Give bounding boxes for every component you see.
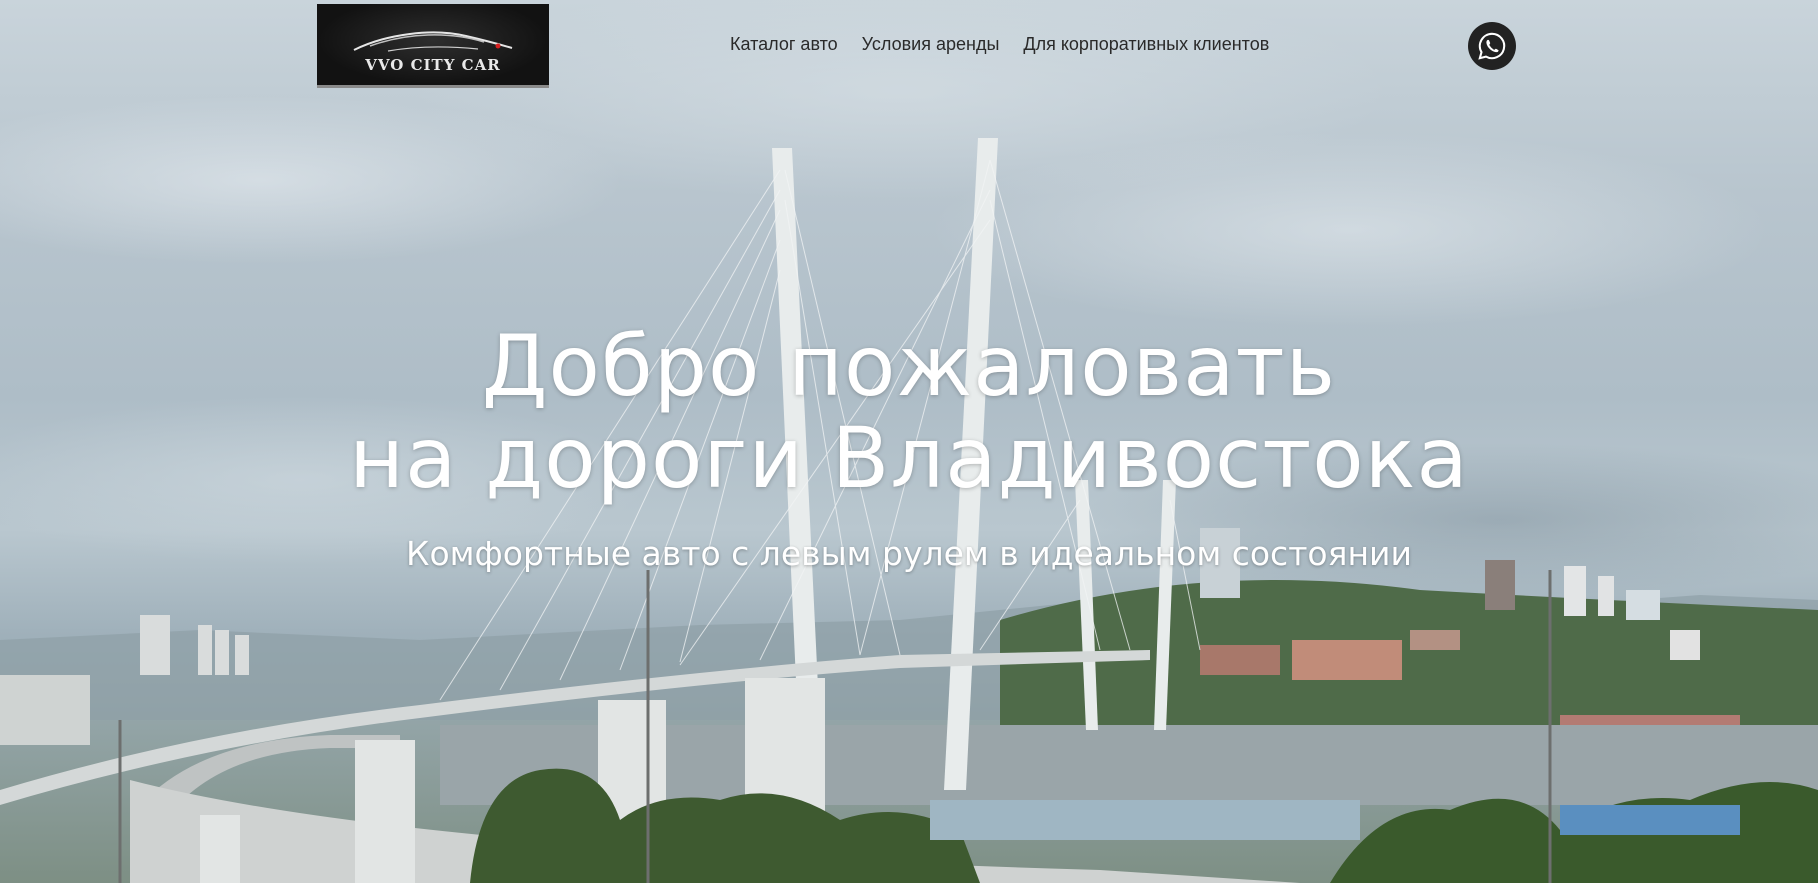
nav-item-corporate[interactable]: Для корпоративных клиентов [1023,34,1269,55]
hero-section: Добро пожаловать на дороги Владивостока … [0,320,1818,573]
whatsapp-icon [1478,32,1506,60]
hero-title-line-1: Добро пожаловать [481,317,1337,415]
hero-title: Добро пожаловать на дороги Владивостока [0,320,1818,504]
whatsapp-button[interactable] [1468,22,1516,70]
main-nav: Каталог авто Условия аренды Для корпорат… [730,34,1269,55]
brand-logo[interactable]: VVO CITY CAR [317,4,549,88]
nav-item-rental-terms[interactable]: Условия аренды [862,34,1000,55]
nav-item-catalog[interactable]: Каталог авто [730,34,838,55]
logo-text: VVO CITY CAR [365,55,501,74]
car-silhouette-icon [353,30,513,52]
hero-title-line-2: на дороги Владивостока [349,409,1469,507]
landing-page: VVO CITY CAR Каталог авто Условия аренды… [0,0,1818,883]
hero-subtitle: Комфортные авто с левым рулем в идеально… [406,534,1412,573]
site-header: VVO CITY CAR Каталог авто Условия аренды… [0,0,1818,92]
